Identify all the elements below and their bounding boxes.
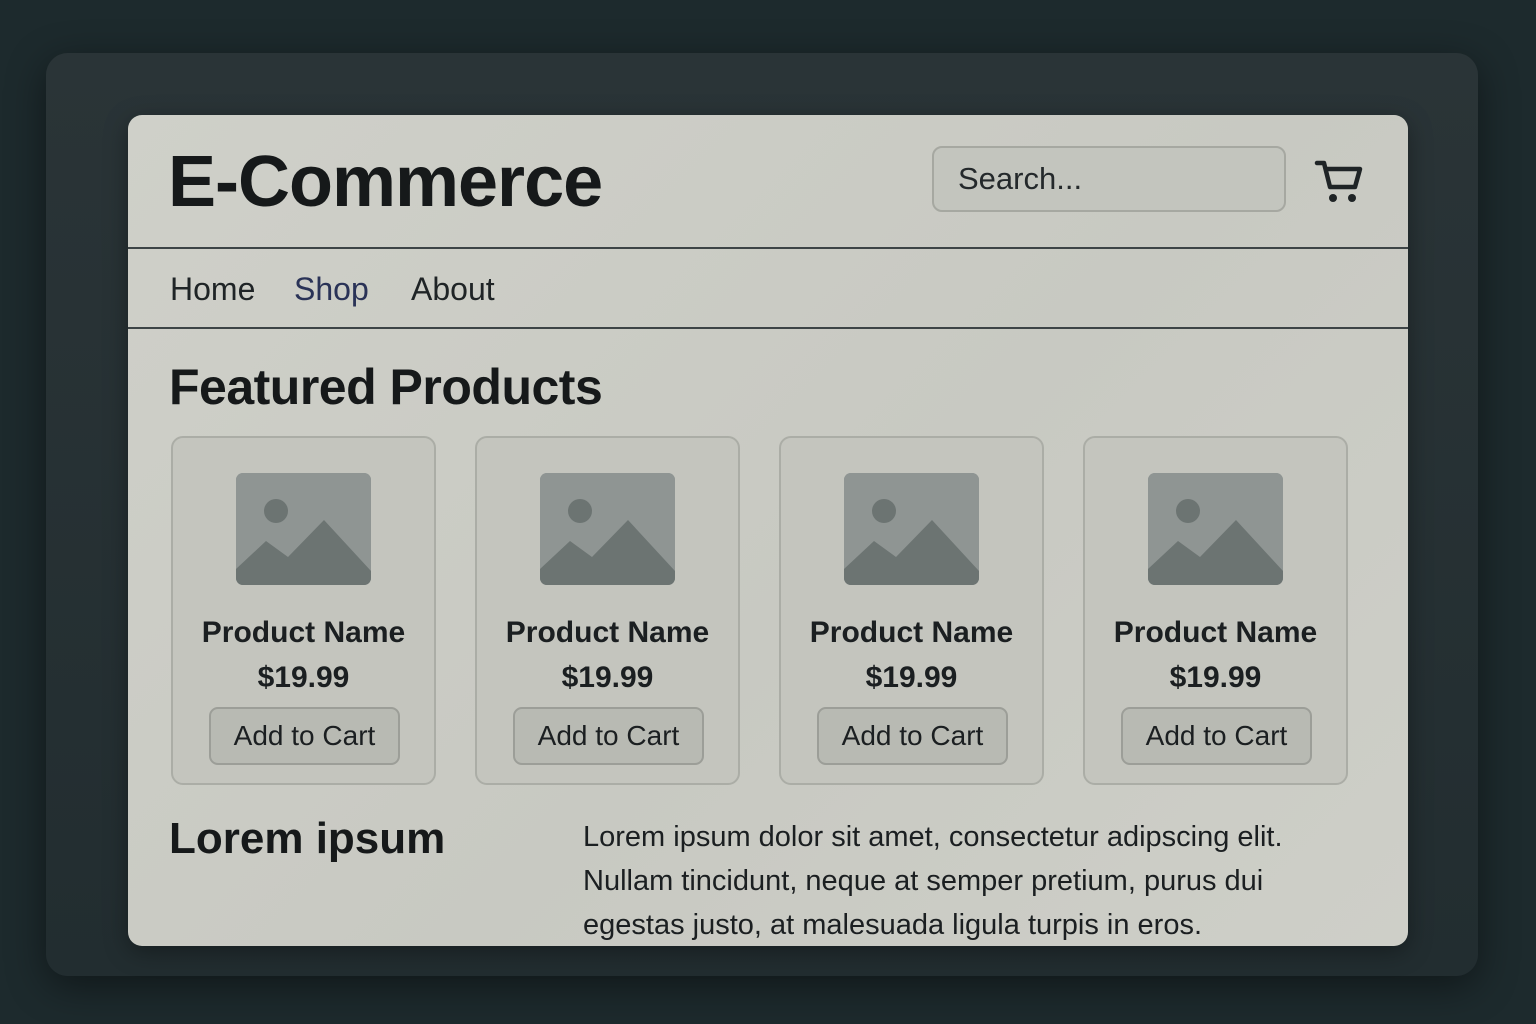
main-nav: Home Shop About [128,249,1408,329]
nav-item-home[interactable]: Home [170,269,255,309]
product-name[interactable]: Product Name [1085,613,1346,653]
product-card: Product Name $19.99 Add to Cart [475,436,740,785]
product-price: $19.99 [561,661,654,694]
product-name[interactable]: Product Name [173,613,434,653]
image-placeholder-icon [236,473,371,585]
info-body: Lorem ipsum dolor sit amet, consectetur … [583,821,1283,941]
product-card: Product Name $19.99 Add to Cart [1083,436,1348,785]
product-name[interactable]: Product Name [477,613,738,653]
product-price: $19.99 [865,661,958,694]
product-card: Product Name $19.99 Add to Cart [779,436,1044,785]
add-to-cart-button[interactable]: Add to Cart [1121,707,1312,765]
image-placeholder-icon [844,473,979,585]
site-logo-text[interactable]: E-Commerce [168,139,603,225]
shopping-cart-icon[interactable] [1314,155,1366,207]
browser-window: E-Commerce Home Shop About Featured Prod… [128,115,1408,946]
add-to-cart-button[interactable]: Add to Cart [513,707,704,765]
add-to-cart-button[interactable]: Add to Cart [209,707,400,765]
search-input[interactable] [932,146,1286,212]
image-placeholder-icon [540,473,675,585]
nav-item-about[interactable]: About [411,269,495,309]
image-placeholder-icon [1148,473,1283,585]
product-price: $19.99 [257,661,350,694]
nav-item-shop[interactable]: Shop [294,269,369,309]
section-title: Featured Products [169,359,603,415]
product-card: Product Name $19.99 Add to Cart [171,436,436,785]
product-name[interactable]: Product Name [781,613,1042,653]
product-price: $19.99 [1169,661,1262,694]
site-header: E-Commerce [128,115,1408,249]
add-to-cart-button[interactable]: Add to Cart [817,707,1008,765]
info-title: Lorem ipsum [169,814,446,863]
